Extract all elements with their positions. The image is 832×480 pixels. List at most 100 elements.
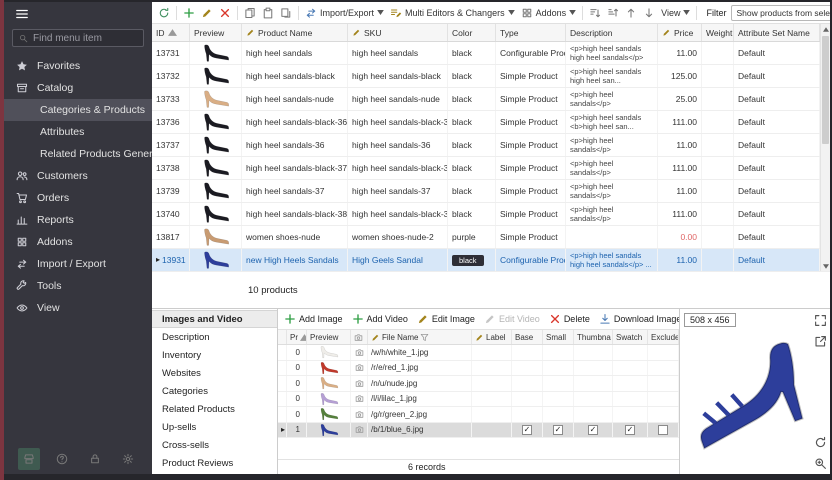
add-video-button[interactable]: Add Video: [352, 313, 408, 325]
column-header-preview[interactable]: Preview: [307, 330, 351, 344]
sidebar-item-import-export[interactable]: Import / Export: [4, 253, 152, 275]
product-row[interactable]: 13739high heel sandals-37high heel sanda…: [152, 180, 820, 203]
sidebar-item-favorites[interactable]: Favorites: [4, 55, 152, 77]
download-image-button[interactable]: Download Image: [599, 313, 679, 325]
column-header-small[interactable]: Small: [543, 330, 574, 344]
delete-button[interactable]: Delete: [549, 313, 590, 325]
product-row[interactable]: ▸13931new High Heels SandalsHigh Geels S…: [152, 249, 820, 272]
delete-button[interactable]: [217, 4, 233, 21]
tab-description[interactable]: Description: [152, 328, 277, 346]
toolbar-sort-asc-button[interactable]: [587, 4, 603, 21]
edit-button[interactable]: [199, 4, 215, 21]
toolbar-sort-desc-button[interactable]: [605, 4, 621, 21]
lock-button[interactable]: [84, 448, 106, 470]
open-external-button[interactable]: [813, 334, 827, 348]
product-row[interactable]: 13736high heel sandals-black-36high heel…: [152, 111, 820, 134]
gear-button[interactable]: [117, 448, 139, 470]
add-button[interactable]: [181, 4, 197, 21]
exclude-checkbox[interactable]: [658, 425, 668, 435]
column-header-price[interactable]: Price: [658, 24, 702, 41]
product-row[interactable]: 13817women shoes-nudewomen shoes-nude-2p…: [152, 226, 820, 249]
image-row[interactable]: 0/r/e/red_1.jpg: [278, 361, 679, 377]
fullscreen-button[interactable]: [813, 313, 827, 327]
toolbar-row-down-button[interactable]: [641, 4, 657, 21]
tab-cross-sells[interactable]: Cross-sells: [152, 436, 277, 454]
image-row[interactable]: 0/l/i/lilac_1.jpg: [278, 392, 679, 408]
image-row[interactable]: 0/w/h/white_1.jpg: [278, 345, 679, 361]
image-row[interactable]: 0/n/u/nude.jpg: [278, 376, 679, 392]
small-checkbox[interactable]: [553, 425, 563, 435]
product-row[interactable]: 13740high heel sandals-black-38high heel…: [152, 203, 820, 226]
refresh-button[interactable]: [156, 4, 172, 21]
sidebar-item-categories-products[interactable]: Categories & Products: [4, 99, 152, 121]
help-button[interactable]: [51, 448, 73, 470]
column-header-swatch[interactable]: Swatch: [613, 330, 648, 344]
column-header-thumbnail[interactable]: Thumbna: [574, 330, 613, 344]
sidebar-item-reports[interactable]: Reports: [4, 209, 152, 231]
column-header-label[interactable]: Label: [472, 330, 512, 344]
column-header-camera[interactable]: [351, 330, 368, 344]
menu-button-import-export[interactable]: Import/Export: [303, 4, 386, 21]
column-header-weight[interactable]: Weight: [702, 24, 734, 41]
column-header-priority[interactable]: Pr: [287, 330, 307, 344]
edit-image-button[interactable]: Edit Image: [417, 313, 475, 325]
column-header-preview[interactable]: Preview: [190, 24, 242, 41]
sidebar-item-addons[interactable]: Addons: [4, 231, 152, 253]
column-header-sku[interactable]: SKU: [348, 24, 448, 41]
store-button[interactable]: [18, 448, 40, 470]
duplicate-button[interactable]: [278, 4, 294, 21]
sidebar-item-tools[interactable]: Tools: [4, 275, 152, 297]
view-menu-button[interactable]: View: [659, 4, 692, 21]
menu-button-addons[interactable]: Addons: [519, 4, 579, 21]
product-row[interactable]: 13737high heel sandals-36high heel sanda…: [152, 134, 820, 157]
tab-inventory[interactable]: Inventory: [152, 346, 277, 364]
cell-id: 13738: [152, 157, 190, 179]
column-header-base[interactable]: Base: [512, 330, 543, 344]
sidebar-item-orders[interactable]: Orders: [4, 187, 152, 209]
toolbar-row-up-button[interactable]: [623, 4, 639, 21]
scroll-up-button[interactable]: [821, 24, 830, 34]
column-header-product-name[interactable]: Product Name: [242, 24, 348, 41]
scroll-down-button[interactable]: [821, 261, 830, 271]
base-checkbox[interactable]: [522, 425, 532, 435]
image-row[interactable]: ▸1/b/1/blue_6.jpg: [278, 423, 679, 439]
menu-search-input[interactable]: Find menu item: [12, 29, 144, 47]
sidebar-item-catalog[interactable]: Catalog: [4, 77, 152, 99]
column-header-description[interactable]: Description: [566, 24, 658, 41]
copy-button[interactable]: [242, 4, 258, 21]
column-header-id[interactable]: ID: [152, 24, 190, 41]
column-header-attribute-set-name[interactable]: Attribute Set Name: [734, 24, 820, 41]
sidebar-item-related-products-generator[interactable]: Related Products Generator: [4, 143, 152, 165]
tab-product-reviews[interactable]: Product Reviews: [152, 454, 277, 472]
tab-websites[interactable]: Websites: [152, 364, 277, 382]
hamburger-menu-button[interactable]: [15, 7, 29, 24]
swatch-checkbox[interactable]: [625, 425, 635, 435]
vertical-scrollbar[interactable]: [820, 24, 830, 271]
product-row[interactable]: 13738high heel sandals-black-37high heel…: [152, 157, 820, 180]
column-header-file-name[interactable]: File Name: [368, 330, 472, 344]
column-header-type[interactable]: Type: [496, 24, 566, 41]
tab-related-products[interactable]: Related Products: [152, 400, 277, 418]
tab-images-and-video[interactable]: Images and Video: [152, 310, 277, 328]
tab-categories[interactable]: Categories: [152, 382, 277, 400]
sidebar-item-attributes[interactable]: Attributes: [4, 121, 152, 143]
thumbnail-checkbox[interactable]: [588, 425, 598, 435]
column-header-color[interactable]: Color: [448, 24, 496, 41]
product-row[interactable]: 13732high heel sandals-blackhigh heel sa…: [152, 65, 820, 88]
tab-up-sells[interactable]: Up-sells: [152, 418, 277, 436]
expander-column-header[interactable]: [278, 330, 287, 344]
menu-button-multi-editors-changers[interactable]: Multi Editors & Changers: [388, 4, 517, 21]
paste-button[interactable]: [260, 4, 276, 21]
image-row[interactable]: 0/g/r/green_2.jpg: [278, 407, 679, 423]
product-row[interactable]: 13733high heel sandals-nudehigh heel san…: [152, 88, 820, 111]
sidebar-item-customers[interactable]: Customers: [4, 165, 152, 187]
product-row[interactable]: 13731high heel sandalshigh heel sandalsb…: [152, 42, 820, 65]
column-header-exclude[interactable]: Exclude: [648, 330, 679, 344]
category-filter-select[interactable]: Show products from selected categories: [731, 5, 830, 21]
scrollbar-thumb[interactable]: [822, 36, 829, 144]
zoom-preview-button[interactable]: [813, 456, 827, 470]
row-expander-icon[interactable]: ▸: [156, 256, 160, 264]
add-image-button[interactable]: Add Image: [284, 313, 343, 325]
refresh-preview-button[interactable]: [813, 435, 827, 449]
sidebar-item-view[interactable]: View: [4, 297, 152, 319]
